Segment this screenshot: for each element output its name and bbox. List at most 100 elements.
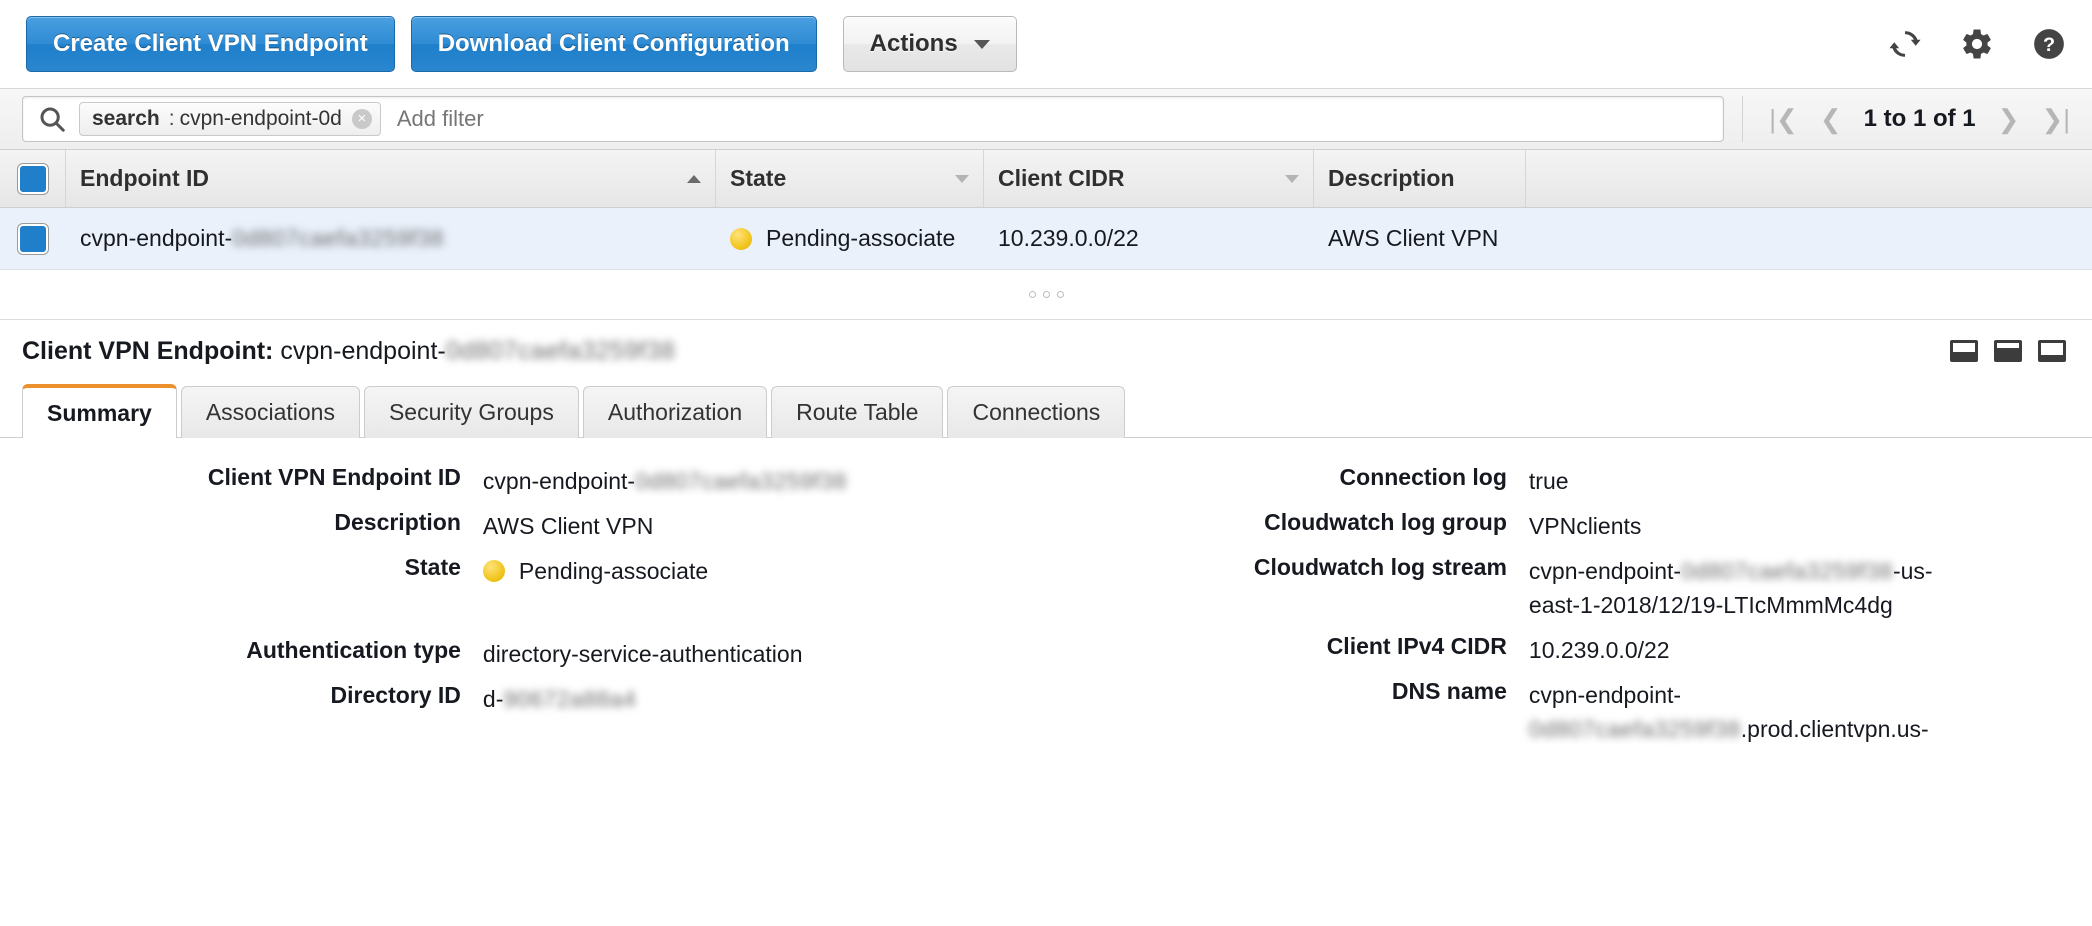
first-page-button[interactable]: |❮ — [1769, 106, 1798, 132]
value-suffix: .prod.clientvpn.us- — [1740, 716, 1929, 743]
sort-descending-icon[interactable] — [1285, 174, 1299, 183]
download-client-configuration-button[interactable]: Download Client Configuration — [410, 16, 817, 72]
panel-split-icon[interactable] — [1994, 340, 2022, 362]
field-description: Description AWS Client VPN — [22, 509, 1024, 543]
table-row[interactable]: cvpn-endpoint- 0d807caefa3259f38 Pending-… — [0, 208, 2092, 270]
column-header-client-cidr[interactable]: Client CIDR — [984, 150, 1314, 207]
column-header-description[interactable]: Description — [1314, 150, 1526, 207]
column-label: Description — [1328, 165, 1455, 191]
endpoints-table: Endpoint ID State Client CIDR Descriptio… — [0, 150, 2092, 270]
previous-page-button[interactable]: ❮ — [1820, 106, 1842, 132]
field-client-vpn-endpoint-id: Client VPN Endpoint ID cvpn-endpoint-0d8… — [22, 464, 1024, 498]
column-header-endpoint-id[interactable]: Endpoint ID — [66, 150, 716, 207]
panel-top-icon[interactable] — [2038, 340, 2066, 362]
next-page-button[interactable]: ❯ — [1998, 106, 2020, 132]
row-select-cell[interactable] — [0, 208, 66, 269]
tab-authorization[interactable]: Authorization — [582, 386, 768, 438]
cell-spacer — [1526, 208, 2092, 269]
table-header-row: Endpoint ID State Client CIDR Descriptio… — [0, 150, 2092, 208]
status-pending-icon — [730, 227, 752, 250]
field-label: Cloudwatch log group — [1264, 509, 1507, 536]
gear-icon[interactable] — [1960, 27, 1994, 61]
field-value: 10.239.0.0/22 — [1528, 637, 1670, 664]
svg-text:?: ? — [2043, 34, 2055, 56]
field-state: State Pending-associate — [22, 554, 1024, 588]
filter-bar: search : cvpn-endpoint-0d × Add filter |… — [0, 88, 2092, 150]
tab-label: Authorization — [607, 399, 743, 425]
field-connection-log: Connection log true — [1068, 464, 2070, 498]
token-key: search — [92, 107, 160, 130]
summary-panel: Client VPN Endpoint ID cvpn-endpoint-0d8… — [0, 438, 2092, 757]
pagination-count: 1 to 1 of 1 — [1863, 105, 1976, 132]
value-redacted: 0d807caefa3259f38 — [635, 468, 847, 494]
refresh-icon[interactable] — [1888, 27, 1922, 61]
chevron-down-icon — [973, 39, 990, 49]
column-label: Endpoint ID — [80, 165, 210, 191]
field-value: true — [1528, 468, 1569, 494]
sort-descending-icon[interactable] — [955, 174, 969, 183]
cell-description: AWS Client VPN — [1328, 225, 1499, 251]
summary-left-column: Client VPN Endpoint ID cvpn-endpoint-0d8… — [0, 464, 1046, 757]
value-prefix: cvpn-endpoint- — [482, 468, 636, 494]
field-label: DNS name — [1391, 678, 1507, 705]
value-redacted: 0d807caefa3259f38 — [1528, 716, 1741, 743]
last-page-button[interactable]: ❯| — [2041, 106, 2070, 132]
field-label: Cloudwatch log stream — [1253, 554, 1507, 581]
detail-title-label: Client VPN Endpoint: — [22, 336, 274, 365]
field-value: Pending-associate — [482, 554, 708, 588]
search-filter-token[interactable]: search : cvpn-endpoint-0d × — [79, 102, 381, 136]
field-cloudwatch-log-stream: Cloudwatch log stream cvpn-endpoint-0d80… — [1068, 554, 2070, 622]
detail-panel-header: Client VPN Endpoint: cvpn-endpoint-0d807… — [0, 320, 2092, 382]
panel-layout-icon-group — [1950, 340, 2066, 362]
field-label: Authentication type — [246, 637, 461, 664]
column-header-state[interactable]: State — [716, 150, 984, 207]
value-prefix: cvpn-endpoint- — [1528, 558, 1682, 585]
tab-label: Associations — [205, 399, 335, 425]
sort-ascending-icon[interactable] — [687, 174, 701, 183]
detail-tabs: Summary Associations Security Groups Aut… — [0, 382, 2092, 438]
panel-bottom-icon[interactable] — [1950, 340, 1978, 362]
state-label: Pending-associate — [766, 225, 956, 251]
summary-right-column: Connection log true Cloudwatch log group… — [1046, 464, 2092, 757]
select-all-checkbox[interactable] — [17, 163, 48, 194]
tab-route-table[interactable]: Route Table — [771, 386, 944, 438]
value-prefix: cvpn-endpoint- — [1528, 682, 1682, 709]
detail-title-prefix: cvpn-endpoint- — [280, 336, 446, 365]
field-value: cvpn-endpoint-0d807caefa3259f38-us-east-… — [1529, 554, 1959, 622]
tab-connections[interactable]: Connections — [947, 386, 1126, 438]
field-cloudwatch-log-group: Cloudwatch log group VPNclients — [1068, 509, 2070, 543]
cell-state: Pending-associate — [716, 208, 984, 269]
field-gap — [22, 599, 1024, 637]
field-value: AWS Client VPN — [482, 513, 654, 540]
tab-security-groups[interactable]: Security Groups — [363, 386, 579, 438]
column-header-spacer — [1526, 150, 2092, 207]
add-filter-placeholder[interactable]: Add filter — [397, 106, 484, 132]
pagination: |❮ ❮ 1 to 1 of 1 ❯ ❯| — [1742, 96, 2070, 142]
search-icon — [37, 104, 67, 134]
token-separator: : — [168, 107, 175, 130]
help-icon[interactable]: ? — [2032, 27, 2066, 61]
field-label: Client IPv4 CIDR — [1326, 633, 1507, 660]
search-input[interactable]: search : cvpn-endpoint-0d × Add filter — [22, 96, 1725, 142]
close-icon[interactable]: × — [351, 109, 372, 129]
tab-associations[interactable]: Associations — [180, 386, 360, 438]
grip-dot — [1042, 291, 1050, 298]
grip-dot — [1028, 291, 1036, 298]
field-label: Directory ID — [330, 682, 461, 709]
field-label: Connection log — [1339, 464, 1507, 490]
create-client-vpn-endpoint-button[interactable]: Create Client VPN Endpoint — [26, 16, 395, 72]
panel-splitter[interactable] — [0, 270, 2092, 320]
field-value: directory-service-authentication — [482, 641, 803, 668]
toolbar-icon-group: ? — [1888, 0, 2066, 88]
token-value: cvpn-endpoint-0d — [179, 107, 342, 130]
field-value: cvpn-endpoint- 0d807caefa3259f38.prod.cli… — [1529, 678, 1959, 746]
tab-summary[interactable]: Summary — [22, 384, 177, 438]
actions-button[interactable]: Actions — [842, 16, 1017, 72]
cell-client-cidr: 10.239.0.0/22 — [998, 225, 1139, 251]
row-checkbox[interactable] — [18, 223, 48, 254]
cell-endpoint-id: cvpn-endpoint- 0d807caefa3259f38 — [66, 208, 716, 269]
endpoint-id-prefix: cvpn-endpoint- — [80, 225, 233, 251]
value-redacted: 90672a88a4 — [503, 686, 637, 713]
page-title: Client VPN Endpoint: cvpn-endpoint-0d807… — [22, 337, 675, 366]
select-all-header[interactable] — [0, 150, 66, 207]
